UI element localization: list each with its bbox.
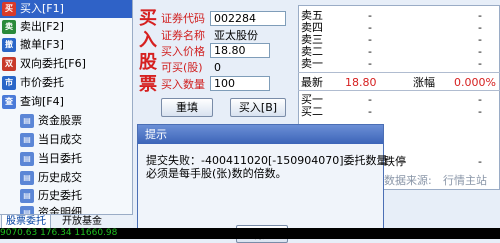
buy-icon: 买 — [2, 2, 16, 16]
nav-tabbar: 股票委托 开放基金 — [0, 214, 133, 229]
buy-button[interactable]: 买入[B] — [230, 98, 286, 117]
latest-label: 最新 — [301, 76, 323, 89]
reset-button[interactable]: 重填 — [161, 98, 213, 117]
query-icon: 查 — [2, 95, 16, 109]
nav-subitem-label: 当日委托 — [38, 152, 82, 165]
nav-subitem-label: 历史成交 — [38, 171, 82, 184]
change-value: 0.000% — [454, 76, 496, 89]
funds-stocks-icon: ▤ — [20, 114, 34, 128]
funds-detail-icon: ▤ — [20, 206, 34, 214]
form-title: 买入股票 — [139, 8, 157, 95]
nav-panel: 买 买入[F1] 卖 卖出[F2] 撤 撤单[F3] 双 双向委托[F6] 市 … — [0, 0, 133, 229]
nav-subitem-history-deals[interactable]: ▤ 历史成交 — [0, 169, 132, 187]
tab-open-fund[interactable]: 开放基金 — [58, 215, 106, 229]
available-value: 0 — [210, 60, 260, 75]
source-label: 数据来源: — [384, 174, 432, 187]
history-deals-icon: ▤ — [20, 171, 34, 185]
nav-item-label: 卖出[F2] — [20, 20, 64, 33]
index-ticker: 9070.63 176.34 11660.98 — [0, 228, 500, 239]
history-orders-icon: ▤ — [20, 189, 34, 203]
buy2-vol: - — [478, 105, 482, 118]
latest-value: 18.80 — [345, 76, 377, 89]
two-way-order-icon: 双 — [2, 57, 16, 71]
dialog-title: 提示 — [138, 125, 383, 144]
market-order-icon: 市 — [2, 76, 16, 90]
code-label: 证券代码 — [161, 12, 205, 25]
code-input[interactable]: 002284 — [210, 11, 286, 26]
source-value: 行情主站 — [443, 174, 487, 187]
sell-icon: 卖 — [2, 20, 16, 34]
buy2-label: 买二 — [301, 105, 323, 118]
sell1-label: 卖一 — [301, 57, 323, 70]
nav-item-sell[interactable]: 卖 卖出[F2] — [0, 18, 132, 36]
nav-item-label: 撤单[F3] — [20, 38, 64, 51]
cancel-order-icon: 撤 — [2, 38, 16, 52]
nav-item-label: 查询[F4] — [20, 95, 64, 108]
nav-item-cancel[interactable]: 撤 撤单[F3] — [0, 36, 132, 54]
quote-divider — [298, 72, 500, 73]
alert-dialog: 提示 提交失败：-400411020[-150904070]委托数量 必须是每手… — [137, 124, 388, 243]
dialog-message-line1: 提交失败：-400411020[-150904070]委托数量 — [146, 154, 388, 167]
nav-subitem-funds-stocks[interactable]: ▤ 资金股票 — [0, 112, 132, 130]
nav-item-buy[interactable]: 买 买入[F1] — [0, 0, 132, 18]
nav-item-label: 双向委托[F6] — [20, 57, 86, 70]
nav-item-market-order[interactable]: 市 市价委托 — [0, 74, 132, 92]
nav-item-two-way[interactable]: 双 双向委托[F6] — [0, 55, 132, 73]
change-label: 涨幅 — [413, 76, 435, 89]
sell1-price: - — [368, 57, 372, 70]
available-label: 可买(股) — [161, 61, 203, 74]
today-deals-icon: ▤ — [20, 133, 34, 147]
nav-item-label: 市价委托 — [20, 76, 64, 89]
price-input[interactable]: 18.80 — [210, 43, 270, 58]
nav-item-label: 买入[F1] — [20, 2, 64, 15]
nav-subitem-label: 资金明细 — [38, 206, 82, 214]
name-label: 证券名称 — [161, 29, 205, 42]
nav-subitem-label: 历史委托 — [38, 189, 82, 202]
nav-item-query[interactable]: 查 查询[F4] — [0, 93, 132, 111]
limit-down-value: - — [478, 155, 482, 168]
dialog-message-line2: 必须是每手股(张)数的倍数。 — [146, 167, 287, 180]
nav-subitem-label: 当日成交 — [38, 133, 82, 146]
qty-input[interactable]: 100 — [210, 76, 270, 91]
name-value: 亚太股份 — [210, 28, 286, 43]
nav-subitem-funds-detail[interactable]: ▤ 资金明细 — [0, 204, 132, 214]
nav-subitem-today-deals[interactable]: ▤ 当日成交 — [0, 131, 132, 149]
today-orders-icon: ▤ — [20, 152, 34, 166]
quote-divider — [298, 90, 500, 91]
price-label: 买入价格 — [161, 45, 205, 58]
nav-subitem-label: 资金股票 — [38, 114, 82, 127]
qty-label: 买入数量 — [161, 78, 205, 91]
buy2-price: - — [368, 105, 372, 118]
nav-subitem-history-orders[interactable]: ▤ 历史委托 — [0, 187, 132, 205]
tab-stock-order[interactable]: 股票委托 — [1, 215, 51, 229]
nav-subitem-today-orders[interactable]: ▤ 当日委托 — [0, 150, 132, 168]
sell1-vol: - — [478, 57, 482, 70]
